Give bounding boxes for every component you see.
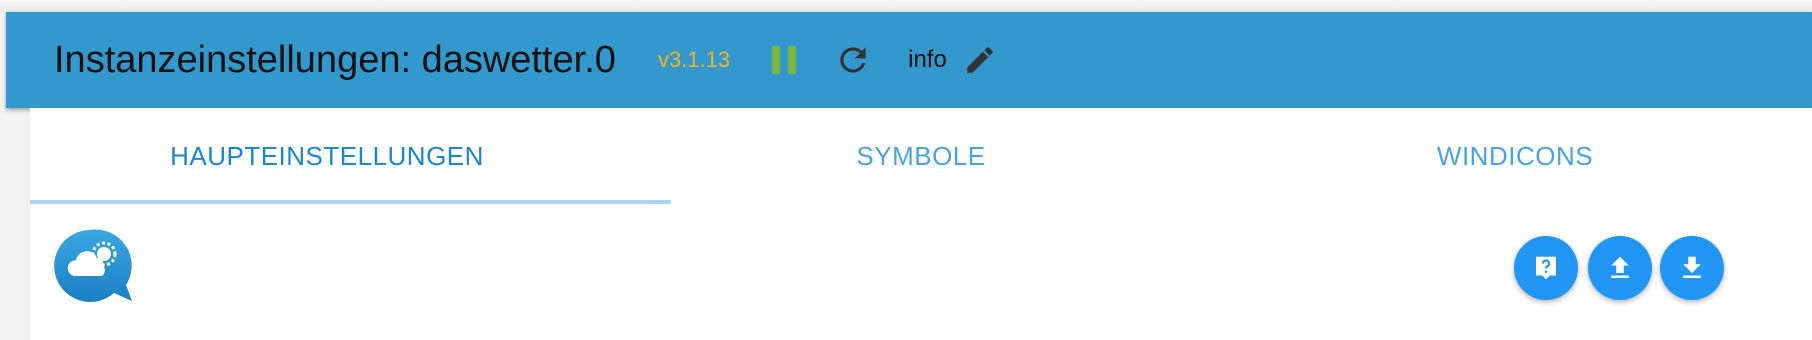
upload-icon bbox=[1611, 256, 1629, 278]
info-label: info bbox=[908, 46, 947, 73]
daswetter-logo-icon bbox=[54, 229, 132, 302]
pause-bar-right bbox=[788, 46, 797, 74]
help-icon bbox=[1536, 256, 1556, 280]
download-button[interactable] bbox=[1660, 236, 1724, 300]
pause-icon[interactable] bbox=[772, 46, 797, 74]
tab-haupteinstellungen[interactable]: HAUPTEINSTELLUNGEN bbox=[30, 108, 671, 204]
pause-bar-left bbox=[772, 46, 781, 74]
reload-icon[interactable] bbox=[834, 41, 872, 79]
download-icon bbox=[1683, 256, 1701, 278]
tab-windicons[interactable]: WINDICONS bbox=[1218, 108, 1812, 204]
settings-panel: HAUPTEINSTELLUNGEN SYMBOLE WINDICONS bbox=[30, 108, 1812, 340]
upload-button[interactable] bbox=[1588, 236, 1652, 300]
version-label: v3.1.13 bbox=[657, 47, 731, 72]
tab-symbole[interactable]: SYMBOLE bbox=[624, 108, 1218, 204]
page-title: Instanzeinstellungen: daswetter.0 bbox=[54, 38, 616, 81]
top-strip bbox=[0, 0, 1812, 12]
tab-bar: HAUPTEINSTELLUNGEN SYMBOLE WINDICONS bbox=[30, 108, 1812, 204]
help-button[interactable] bbox=[1514, 236, 1578, 300]
pencil-icon[interactable] bbox=[963, 43, 997, 77]
instance-header: Instanzeinstellungen: daswetter.0 v3.1.1… bbox=[6, 12, 1812, 108]
